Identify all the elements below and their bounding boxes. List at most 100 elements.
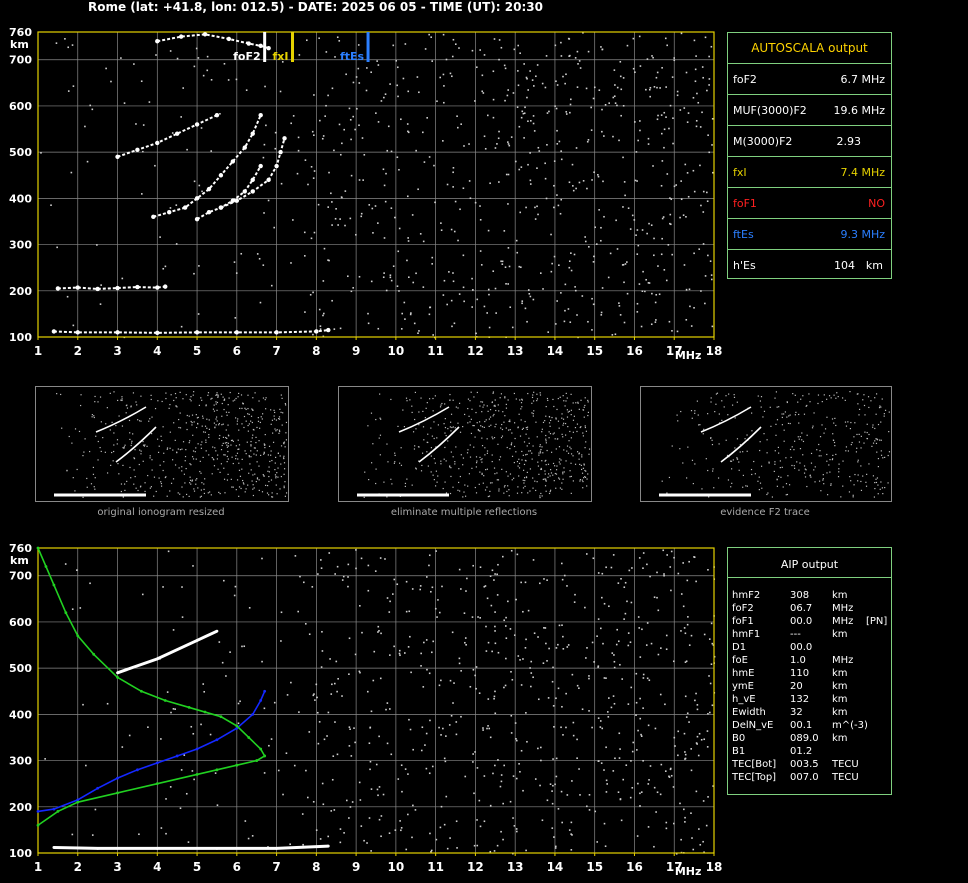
thumb-noise-dot	[111, 451, 113, 454]
noise-dot	[651, 55, 653, 57]
noise-dot	[500, 774, 503, 776]
series-point	[326, 844, 330, 848]
thumb-noise-dot	[250, 440, 252, 443]
thumb-noise-dot	[213, 404, 215, 406]
noise-dot	[359, 604, 361, 607]
noise-dot	[321, 630, 323, 633]
noise-dot	[702, 211, 705, 213]
thumb-noise-dot	[192, 450, 195, 452]
thumb-noise-dot	[581, 456, 583, 458]
series-point	[155, 782, 159, 786]
noise-dot	[357, 44, 360, 46]
thumb-noise-dot	[822, 478, 824, 480]
noise-dot	[303, 255, 306, 257]
thumb-noise-dot	[247, 430, 249, 432]
noise-dot	[604, 845, 607, 848]
thumb-noise-dot	[368, 479, 370, 481]
thumb-noise-dot	[854, 473, 856, 476]
noise-dot	[614, 757, 616, 760]
noise-dot	[483, 820, 486, 823]
noise-dot	[235, 78, 238, 81]
thumb-noise-dot	[149, 457, 151, 459]
noise-dot	[694, 699, 696, 702]
thumb-noise-dot	[518, 458, 520, 460]
thumb-noise-dot	[476, 391, 478, 394]
noise-dot	[639, 129, 641, 132]
thumb-noise-dot	[116, 443, 118, 445]
noise-dot	[631, 567, 633, 569]
thumb-noise-dot	[742, 451, 744, 453]
thumb-noise-dot	[191, 456, 194, 458]
thumb-noise-dot	[531, 412, 533, 414]
noise-dot	[551, 262, 553, 265]
noise-dot	[348, 745, 351, 747]
thumb-noise-dot	[444, 446, 446, 449]
noise-dot	[363, 154, 366, 156]
thumb-noise-dot	[216, 409, 218, 411]
noise-dot	[355, 567, 357, 570]
noise-dot	[537, 698, 540, 701]
noise-dot	[472, 761, 474, 763]
thumb-noise-dot	[61, 427, 63, 429]
thumb-noise-dot	[874, 427, 876, 430]
noise-dot	[667, 244, 670, 246]
thumb-noise-dot	[264, 399, 266, 401]
thumb-noise-dot	[434, 485, 437, 487]
thumb-noise-dot	[494, 473, 496, 475]
noise-dot	[630, 686, 633, 689]
thumb-noise-dot	[731, 482, 733, 484]
noise-dot	[565, 73, 567, 76]
thumb-noise-dot	[836, 392, 838, 394]
noise-dot	[642, 673, 645, 676]
noise-dot	[376, 788, 379, 791]
noise-dot	[507, 283, 509, 285]
thumb-noise-dot	[226, 455, 228, 458]
noise-dot	[520, 116, 523, 119]
noise-dot	[64, 38, 66, 40]
noise-dot	[227, 79, 230, 81]
thumb-noise-dot	[455, 446, 457, 448]
thumb-noise-dot	[753, 460, 755, 463]
thumb-noise-dot	[403, 425, 406, 428]
thumb-noise-dot	[434, 395, 436, 397]
noise-dot	[665, 116, 667, 118]
thumb-noise-dot	[838, 471, 840, 473]
noise-dot	[665, 821, 668, 824]
noise-dot	[575, 147, 578, 149]
thumb-noise-dot	[248, 456, 250, 458]
thumb-noise-dot	[449, 399, 451, 401]
series-line-3	[117, 629, 218, 675]
thumb-noise-dot	[555, 417, 557, 419]
thumb-noise-dot	[785, 483, 788, 485]
noise-dot	[565, 113, 568, 115]
noise-dot	[519, 770, 521, 773]
thumb-noise-dot	[100, 450, 102, 453]
thumb-noise-dot	[539, 496, 541, 499]
thumb-noise-dot	[557, 397, 559, 400]
x-tick-label: 10	[388, 344, 405, 358]
thumb-noise-dot	[252, 434, 254, 436]
noise-dot	[706, 200, 709, 203]
thumb-noise-dot	[539, 452, 542, 454]
thumb-noise-dot	[840, 496, 842, 498]
thumb-noise-dot	[436, 481, 438, 483]
thumb-noise-dot	[548, 473, 550, 475]
thumb-noise-dot	[169, 447, 171, 449]
aip-value: 007.0	[790, 772, 819, 783]
noise-dot	[709, 711, 711, 714]
noise-dot	[360, 215, 363, 218]
noise-dot	[502, 802, 504, 805]
noise-dot	[398, 652, 401, 655]
thumb-noise-dot	[533, 410, 535, 412]
noise-dot	[508, 144, 511, 147]
thumb-noise-dot	[533, 391, 535, 393]
noise-dot	[603, 602, 606, 605]
noise-dot	[472, 668, 475, 671]
noise-dot	[503, 230, 506, 232]
thumb-noise-dot	[876, 477, 879, 479]
noise-dot	[135, 123, 137, 125]
noise-dot	[663, 574, 665, 577]
noise-dot	[451, 75, 453, 78]
noise-dot	[361, 631, 363, 634]
thumb-noise-dot	[211, 397, 213, 399]
